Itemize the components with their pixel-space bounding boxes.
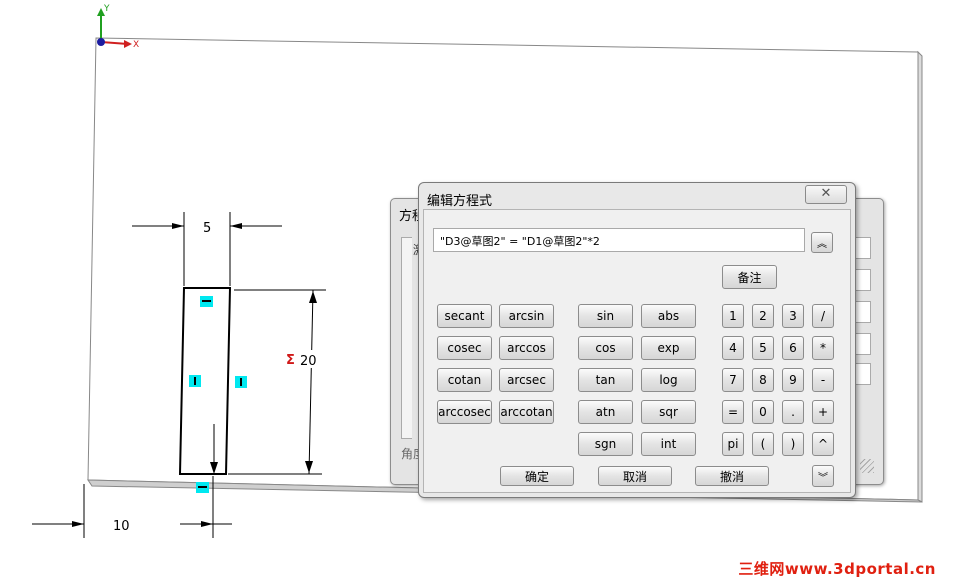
axis-y-label: Y: [103, 4, 110, 14]
ok-button[interactable]: 确定: [500, 466, 574, 486]
undo-button[interactable]: 撤消: [695, 466, 769, 486]
chevron-double-up-icon: ︽: [817, 239, 827, 250]
func-arcsin-button[interactable]: arcsin: [499, 304, 554, 328]
collapse-up-button[interactable]: ︽: [811, 232, 833, 253]
dimension-top-value: 5: [203, 221, 211, 236]
key-7-button[interactable]: 7: [722, 368, 744, 392]
func-secant-button[interactable]: secant: [437, 304, 492, 328]
close-button[interactable]: ✕: [805, 185, 847, 204]
dimension-sigma: Σ: [286, 353, 295, 368]
dialog-titlebar[interactable]: 编辑方程式 ✕: [419, 183, 855, 209]
func-tan-button[interactable]: tan: [578, 368, 633, 392]
key-6-button[interactable]: 6: [782, 336, 804, 360]
plane-edge-right: [917, 50, 923, 503]
func-cos-button[interactable]: cos: [578, 336, 633, 360]
func-exp-button[interactable]: exp: [641, 336, 696, 360]
func-cosec-button[interactable]: cosec: [437, 336, 492, 360]
equations-field[interactable]: [855, 333, 871, 355]
axis-x-label: X: [133, 40, 139, 50]
key-power-button[interactable]: ^: [812, 432, 834, 456]
notes-button[interactable]: 备注: [722, 265, 777, 289]
key-8-button[interactable]: 8: [752, 368, 774, 392]
key-5-button[interactable]: 5: [752, 336, 774, 360]
close-icon: ✕: [820, 186, 832, 201]
func-log-button[interactable]: log: [641, 368, 696, 392]
dialog-body: "D3@草图2" = "D1@草图2"*2 ︽ 备注 secant arcsin…: [423, 209, 851, 493]
equations-list[interactable]: [401, 237, 412, 439]
key-4-button[interactable]: 4: [722, 336, 744, 360]
equations-field[interactable]: [855, 363, 871, 385]
func-cotan-button[interactable]: cotan: [437, 368, 492, 392]
func-sgn-button[interactable]: sgn: [578, 432, 633, 456]
func-abs-button[interactable]: abs: [641, 304, 696, 328]
key-multiply-button[interactable]: *: [812, 336, 834, 360]
func-arccos-button[interactable]: arccos: [499, 336, 554, 360]
func-arcsec-button[interactable]: arcsec: [499, 368, 554, 392]
key-plus-button[interactable]: +: [812, 400, 834, 424]
resize-grip[interactable]: [860, 459, 874, 473]
collapse-down-button[interactable]: ︾: [812, 465, 834, 487]
horizontal-relation-marker-bottom[interactable]: [196, 482, 209, 493]
chevron-double-down-icon: ︾: [818, 472, 828, 484]
dimension-right-value: 20: [300, 354, 317, 369]
cancel-button[interactable]: 取消: [598, 466, 672, 486]
key-9-button[interactable]: 9: [782, 368, 804, 392]
key-0-button[interactable]: 0: [752, 400, 774, 424]
vertical-relation-marker-right[interactable]: [235, 376, 247, 388]
edit-equation-dialog: 编辑方程式 ✕ "D3@草图2" = "D1@草图2"*2 ︽ 备注 secan…: [418, 182, 856, 498]
key-dot-button[interactable]: .: [782, 400, 804, 424]
expression-input[interactable]: "D3@草图2" = "D1@草图2"*2: [433, 228, 805, 252]
watermark-text: 三维网www.3dportal.cn: [738, 560, 936, 578]
key-open-paren-button[interactable]: (: [752, 432, 774, 456]
equations-field[interactable]: [855, 237, 871, 259]
key-divide-button[interactable]: /: [812, 304, 834, 328]
key-pi-button[interactable]: pi: [722, 432, 744, 456]
dimension-bottom-value: 10: [113, 519, 130, 534]
equations-field[interactable]: [855, 269, 871, 291]
func-sin-button[interactable]: sin: [578, 304, 633, 328]
vertical-relation-marker-left[interactable]: [189, 375, 201, 387]
key-1-button[interactable]: 1: [722, 304, 744, 328]
func-int-button[interactable]: int: [641, 432, 696, 456]
origin-triad: X Y: [97, 4, 139, 50]
func-atn-button[interactable]: atn: [578, 400, 633, 424]
key-close-paren-button[interactable]: ): [782, 432, 804, 456]
key-3-button[interactable]: 3: [782, 304, 804, 328]
key-minus-button[interactable]: -: [812, 368, 834, 392]
key-equals-button[interactable]: =: [722, 400, 744, 424]
func-arccosec-button[interactable]: arccosec: [437, 400, 492, 424]
func-arccotan-button[interactable]: arccotan: [499, 400, 554, 424]
horizontal-relation-marker-top[interactable]: [200, 296, 213, 307]
key-2-button[interactable]: 2: [752, 304, 774, 328]
dialog-title: 编辑方程式: [427, 194, 493, 209]
equations-field[interactable]: [855, 301, 871, 323]
func-sqr-button[interactable]: sqr: [641, 400, 696, 424]
